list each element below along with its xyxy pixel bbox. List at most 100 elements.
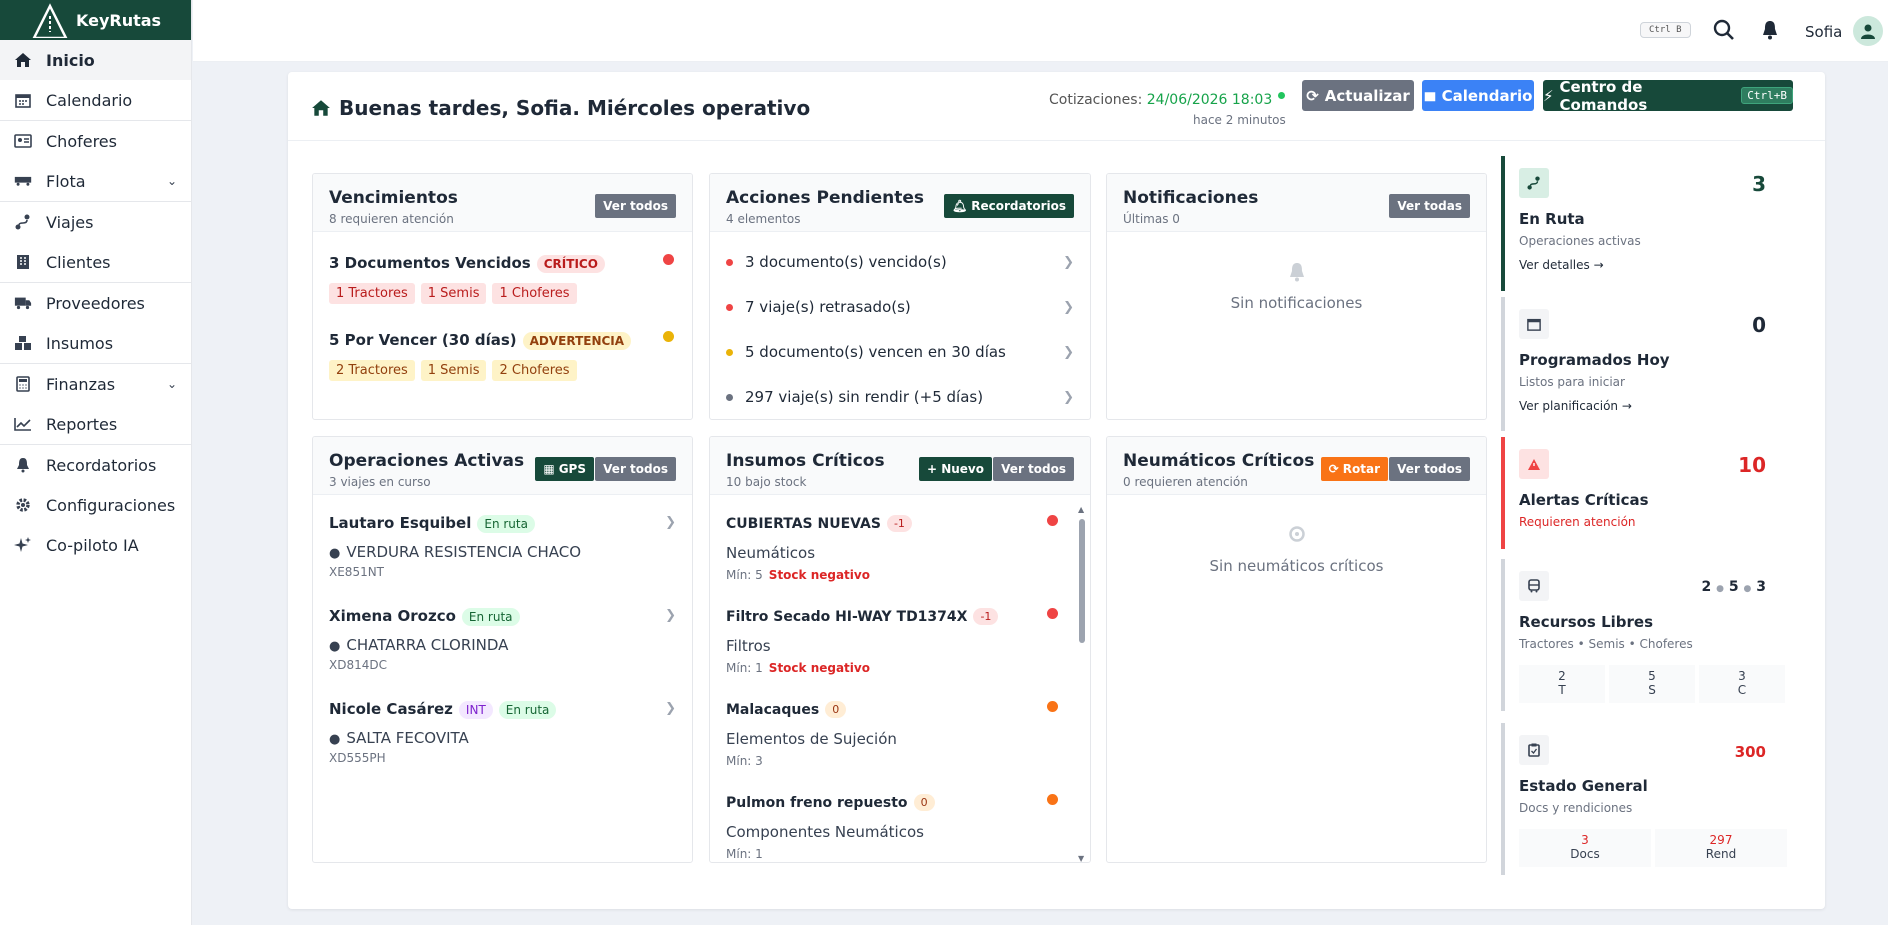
- action-label: 5 documento(s) vencen en 30 días: [745, 343, 1006, 361]
- action-item[interactable]: 3 documento(s) vencido(s) ❯: [726, 240, 1074, 284]
- sidebar-item-finanzas[interactable]: Finanzas ⌄: [0, 364, 191, 404]
- status-dot: [726, 348, 733, 356]
- sidebar-item-label: Proveedores: [46, 293, 145, 313]
- scroll-down-icon[interactable]: ▼: [1078, 854, 1084, 862]
- sidebar-item-label: Viajes: [46, 212, 94, 232]
- chip: 1 Semis: [420, 283, 487, 304]
- status-dot: [726, 393, 733, 401]
- user-name[interactable]: Sofia: [1805, 23, 1842, 41]
- operation-item[interactable]: Nicole Casárez INT En ruta ● SALTA FECOVITA…: [329, 699, 676, 765]
- refresh-icon: ⟳: [1306, 86, 1319, 105]
- command-label: Centro de Comandos: [1559, 77, 1648, 114]
- status-badge: ADVERTENCIA: [522, 331, 632, 350]
- sidebar-item-label: Configuraciones: [46, 495, 176, 515]
- id-card-icon: [14, 132, 32, 150]
- acciones-card: Acciones Pendientes 4 elementos 🔔︎ Record…: [709, 173, 1091, 420]
- scrollbar[interactable]: ▲ ▼: [1078, 505, 1086, 862]
- card-title: Acciones Pendientes: [726, 188, 924, 208]
- ver-todas-button[interactable]: Ver todas: [1389, 194, 1470, 218]
- scrollbar-thumb[interactable]: [1079, 519, 1085, 643]
- insumo-name: Malacaques: [726, 702, 820, 718]
- sidebar-item-insumos[interactable]: Insumos: [0, 323, 191, 363]
- ver-detalles-link[interactable]: Ver detalles →: [1519, 258, 1604, 272]
- empty-state-text: Sin neumáticos críticos: [1209, 557, 1384, 575]
- insumo-item[interactable]: CUBIERTAS NUEVAS -1 Neumáticos Mín: 5 Stoc…: [726, 513, 1060, 582]
- insumo-item[interactable]: Filtro Secado HI-WAY TD1374X -1 Filtros M…: [726, 606, 1060, 675]
- ver-todos-button[interactable]: Ver todos: [993, 457, 1074, 481]
- ver-todos-button[interactable]: Ver todos: [595, 194, 676, 218]
- sidebar-item-inicio[interactable]: Inicio: [0, 40, 191, 80]
- sidebar-item-configuraciones[interactable]: Configuraciones: [0, 485, 191, 525]
- action-item[interactable]: 297 viaje(s) sin rendir (+5 días) ❯: [726, 375, 1074, 419]
- operaciones-card: Operaciones Activas 3 viajes en curso ▦ G…: [312, 436, 693, 863]
- sidebar-item-viajes[interactable]: Viajes: [0, 202, 191, 242]
- stat-estado-general[interactable]: 300 Estado General Docs y rendiciones 3D…: [1501, 723, 1796, 875]
- stat-alertas[interactable]: 10 Alertas Críticas Requieren atención: [1501, 437, 1796, 549]
- notifications-bell-icon[interactable]: [1758, 18, 1782, 42]
- ver-planificacion-link[interactable]: Ver planificación →: [1519, 399, 1632, 413]
- calendar-icon: [1424, 91, 1435, 101]
- action-item[interactable]: 7 viaje(s) retrasado(s) ❯: [726, 285, 1074, 329]
- status-dot: [726, 303, 733, 311]
- insumo-item[interactable]: Malacaques 0 Elementos de Sujeción Mín: 3: [726, 699, 1060, 768]
- card-title: Operaciones Activas: [329, 451, 525, 471]
- status-dot: [1047, 701, 1058, 712]
- action-item[interactable]: 5 documento(s) vencen en 30 días ❯: [726, 330, 1074, 374]
- status-badge: En ruta: [461, 607, 520, 626]
- chevron-right-icon: ❯: [665, 515, 676, 530]
- refresh-button[interactable]: ⟳ Actualizar: [1302, 80, 1414, 111]
- stat-programados[interactable]: 0 Programados Hoy Listos para iniciar Ve…: [1501, 297, 1796, 431]
- sidebar-item-proveedores[interactable]: Proveedores: [0, 283, 191, 323]
- shortcut-hint: Ctrl B: [1640, 22, 1691, 38]
- stock-warning: Stock negativo: [768, 568, 870, 582]
- vehicle-plate: XD814DC: [329, 657, 387, 672]
- insumo-item[interactable]: Pulmon freno repuesto 0 Componentes Neumá…: [726, 792, 1060, 861]
- route-location: VERDURA RESISTENCIA CHACO: [346, 542, 582, 561]
- ver-todos-button[interactable]: Ver todos: [595, 457, 676, 481]
- sidebar-item-recordatorios[interactable]: Recordatorios: [0, 445, 191, 485]
- bus-icon: [1519, 571, 1549, 601]
- status-dot: [1047, 515, 1058, 526]
- button-label: Rotar: [1342, 462, 1380, 476]
- sidebar-item-flota[interactable]: Flota ⌄: [0, 161, 191, 201]
- sidebar-item-label: Reportes: [46, 414, 118, 434]
- box-label: S: [1648, 683, 1656, 697]
- operation-item[interactable]: Lautaro Esquibel En ruta ● VERDURA RESISTE…: [329, 513, 676, 579]
- avatar[interactable]: [1853, 16, 1883, 46]
- venc-group-por-vencer[interactable]: 5 Por Vencer (30 días) ADVERTENCIA: [329, 331, 632, 350]
- mountain-logo-icon: [32, 3, 68, 38]
- stat-en-ruta[interactable]: 3 En Ruta Operaciones activas Ver detall…: [1501, 156, 1796, 291]
- search-icon[interactable]: [1712, 18, 1736, 42]
- insumo-category: Componentes Neumáticos: [726, 823, 924, 841]
- chevron-down-icon: ⌄: [166, 174, 177, 188]
- status-dot: [1278, 92, 1286, 99]
- ver-todos-button[interactable]: Ver todos: [1389, 457, 1470, 481]
- count-t: 2: [1701, 579, 1712, 595]
- calendar-button[interactable]: Calendario: [1422, 80, 1534, 111]
- sidebar-item-clientes[interactable]: Clientes: [0, 242, 191, 282]
- sidebar-item-reportes[interactable]: Reportes: [0, 404, 191, 444]
- int-badge: INT: [458, 700, 493, 719]
- driver-name: Ximena Orozco: [329, 607, 456, 625]
- rotar-button[interactable]: ⟳ Rotar: [1320, 457, 1388, 481]
- card-subtitle: 3 viajes en curso: [329, 475, 431, 489]
- stat-recursos[interactable]: 2 ● 5 ● 3 Recursos Libres Tractores • Se…: [1501, 559, 1796, 711]
- app-logo[interactable]: KeyRutas: [0, 0, 191, 40]
- scroll-up-icon[interactable]: ▲: [1078, 505, 1084, 514]
- sidebar-item-choferes[interactable]: Choferes: [0, 121, 191, 161]
- recordatorios-button[interactable]: 🔔︎ Recordatorios: [944, 194, 1074, 218]
- sidebar-item-copiloto[interactable]: Co-piloto IA: [0, 525, 191, 565]
- operation-item[interactable]: Ximena Orozco En ruta ● CHATARRA CLORINDA …: [329, 606, 676, 672]
- venc-group-vencidos[interactable]: 3 Documentos Vencidos CRÍTICO: [329, 254, 605, 273]
- box-label: Docs: [1570, 847, 1600, 861]
- card-title: Notificaciones: [1123, 188, 1259, 208]
- sidebar-item-calendario[interactable]: Calendario: [0, 80, 191, 120]
- group-label: 5 Por Vencer (30 días): [329, 331, 517, 349]
- command-center-button[interactable]: ⚡ Centro de Comandos Ctrl+B: [1543, 77, 1793, 114]
- clipboard-icon: [1519, 735, 1549, 765]
- stat-title: Recursos Libres: [1519, 613, 1654, 631]
- resource-box: 2T: [1519, 665, 1605, 703]
- nuevo-button[interactable]: + Nuevo: [918, 457, 992, 481]
- stat-subtitle: Tractores • Semis • Choferes: [1519, 637, 1693, 651]
- gps-button[interactable]: ▦ GPS: [535, 457, 594, 481]
